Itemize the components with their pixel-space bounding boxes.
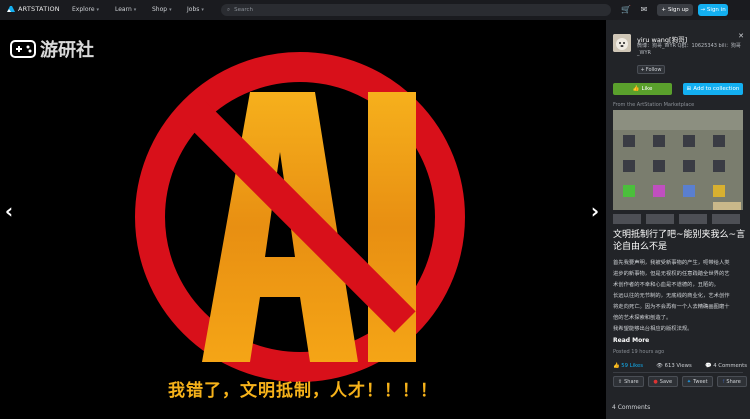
facebook-share-button[interactable]: f Share <box>716 376 747 387</box>
share-button[interactable]: ⇪ Share <box>613 376 644 387</box>
description-line: 我希望能够出台相应的版权法规。 <box>613 326 693 332</box>
artwork-description: 首先我要声明，我被受新事物的产生，呃带给人类 进步的新事物，但是无视权的任意践踏… <box>613 258 747 335</box>
share-buttons: ⇪ Share ● Save ✦ Tweet f Share <box>613 376 747 387</box>
avatar[interactable] <box>613 34 631 52</box>
comments-label: 4 Comments <box>713 363 747 369</box>
share-label: Share <box>624 378 639 385</box>
description-line: 术创作者的不幸和心血是不道德的，丑陋的。 <box>613 282 719 288</box>
dog-avatar-icon <box>613 34 631 52</box>
site-watermark: 游研社 <box>10 36 94 62</box>
add-collection-label: Add to collection <box>693 86 740 92</box>
nav-learn[interactable]: Learn ▾ <box>115 6 136 13</box>
search-icon: ⌕ <box>227 6 231 13</box>
chevron-down-icon: ▾ <box>169 6 172 13</box>
read-more-link[interactable]: Read More <box>613 337 649 344</box>
marketplace-thumb[interactable] <box>712 214 740 224</box>
comment-icon: 💬 <box>704 363 712 369</box>
comments-heading: 4 Comments <box>612 404 651 411</box>
marketplace-product-image[interactable] <box>613 110 743 210</box>
ai-prohibition-artwork: AI <box>135 52 465 382</box>
nav-label: Jobs <box>187 6 200 13</box>
nav-label: Learn <box>115 6 132 13</box>
save-icon: ● <box>653 378 658 385</box>
views-label: 613 Views <box>664 363 692 369</box>
logo-text: ARTSTATION <box>18 5 60 13</box>
marketplace-thumb[interactable] <box>679 214 707 224</box>
facebook-icon: f <box>722 378 725 385</box>
posted-time: Posted 19 hours ago <box>613 349 665 355</box>
artist-headline: 微博：狗哥_WYR Q群：10625343 bili：狗哥_WYR <box>637 43 741 56</box>
artwork-viewer: 游研社 AI 我错了，文明抵制，人才！！！！ ‹ › <box>0 20 606 419</box>
watermark-text: 游研社 <box>40 40 94 61</box>
plus-icon: + <box>640 66 645 73</box>
marketplace-thumb[interactable] <box>613 214 641 224</box>
artwork-caption: 我错了，文明抵制，人才！！！！ <box>168 381 438 401</box>
description-line: 进步的新事物，但是无视权的任意践踏全世界的艺 <box>613 271 730 277</box>
description-line: 倍的艺术探索和刨造了。 <box>613 315 672 321</box>
plus-square-icon: ⊞ <box>686 86 692 92</box>
close-icon[interactable]: ✕ <box>738 32 744 40</box>
cart-icon[interactable]: 🛒 <box>621 5 631 15</box>
save-button[interactable]: ● Save <box>647 376 678 387</box>
next-arrow-icon[interactable]: › <box>588 200 602 222</box>
description-line: 长远以往的无节制的，无底线的商业化，艺术创作 <box>613 293 730 299</box>
marketplace-label: From the ArtStation Marketplace <box>613 102 695 108</box>
messages-icon[interactable]: ✉ <box>639 5 649 15</box>
eye-icon: 👁 <box>656 363 663 369</box>
previous-arrow-icon[interactable]: ‹ <box>2 200 16 222</box>
sign-up-button[interactable]: + Sign up <box>657 4 693 16</box>
nav-shop[interactable]: Shop ▾ <box>152 6 172 13</box>
save-label: Save <box>659 378 673 385</box>
thumbs-up-icon: 👍 <box>613 363 620 369</box>
like-button[interactable]: 👍 Like <box>613 83 672 95</box>
artstation-logo-icon <box>7 6 15 12</box>
marketplace-thumb[interactable] <box>646 214 674 224</box>
thumbs-up-icon: 👍 <box>632 86 640 92</box>
artwork-title: 文明抵制行了吧~能别夹我么~言论自由么不是 <box>613 230 746 252</box>
twitter-icon: ✦ <box>686 378 692 385</box>
top-navigation-bar: ARTSTATION Explore ▾ Learn ▾ Shop ▾ Jobs ▾ ⌕… <box>0 0 750 20</box>
likes-label: 59 Likes <box>621 363 644 369</box>
tweet-button[interactable]: ✦ Tweet <box>682 376 713 387</box>
blurred-product-preview <box>613 110 743 210</box>
comments-count[interactable]: 💬 4 Comments <box>705 363 747 369</box>
artstation-logo[interactable]: ARTSTATION <box>6 4 60 14</box>
nav-explore[interactable]: Explore ▾ <box>72 6 99 13</box>
search-placeholder: Search <box>234 7 253 13</box>
nav-jobs[interactable]: Jobs ▾ <box>187 6 204 13</box>
nav-label: Explore <box>72 6 95 13</box>
chevron-down-icon: ▾ <box>133 6 137 13</box>
sign-in-button[interactable]: → Sign in <box>698 4 728 16</box>
follow-label: Follow <box>645 66 662 73</box>
gamepad-icon <box>10 40 36 58</box>
share-icon: ⇪ <box>617 378 623 385</box>
chevron-down-icon: ▾ <box>201 6 204 13</box>
sign-in-icon: → <box>700 7 705 13</box>
user-plus-icon: + <box>661 7 666 13</box>
sign-in-label: Sign in <box>706 7 726 13</box>
chevron-down-icon: ▾ <box>96 6 100 13</box>
views-count: 👁 613 Views <box>656 363 692 369</box>
tweet-label: Tweet <box>693 378 708 385</box>
details-panel: ✕ yiru wang[狗哥] 微博：狗哥_WYR Q群：10625343 bi… <box>606 20 750 419</box>
search-input[interactable]: ⌕ Search <box>221 4 611 16</box>
description-line: 将走向死亡。因为不会再有一个人去精确画图磨十 <box>613 304 730 310</box>
follow-button[interactable]: + Follow <box>637 65 665 74</box>
artwork-stats: 👍 59 Likes 👁 613 Views 💬 4 Comments <box>613 363 747 369</box>
divider <box>613 372 743 373</box>
description-line: 首先我要声明，我被受新事物的产生，呃带给人类 <box>613 260 730 266</box>
like-label: Like <box>641 86 653 92</box>
likes-count[interactable]: 👍 59 Likes <box>613 363 643 369</box>
nav-label: Shop <box>152 6 168 13</box>
add-to-collection-button[interactable]: ⊞ Add to collection <box>683 83 743 95</box>
facebook-share-label: Share <box>726 378 741 385</box>
sign-up-label: Sign up <box>667 7 689 13</box>
